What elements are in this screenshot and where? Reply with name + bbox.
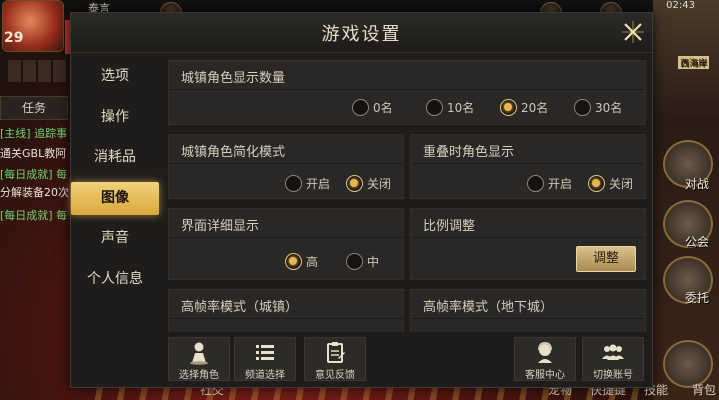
radio-button[interactable] [588,175,605,192]
radio-label: 中 [367,255,380,269]
switch-account-button[interactable]: 切换账号 [582,337,644,381]
radio-option-on[interactable]: 开启 [285,175,330,192]
select-character-button[interactable]: 选择角色 [168,337,230,381]
divider [169,163,403,164]
radio-button[interactable] [426,99,443,116]
overlap-display-card: 重叠时角色显示 开启 关闭 [410,134,646,199]
footer-label: 频道选择 [245,370,285,381]
hfr-dungeon-card: 高帧率模式（地下城） [410,289,646,332]
feedback-button[interactable]: 意见反馈 [304,337,366,381]
radio-option-high[interactable]: 高 [285,253,318,270]
radio-label: 开启 [548,177,573,191]
radio-label: 开启 [306,177,331,191]
quest-line[interactable]: 分解装备20次 [0,184,69,200]
radio-option-off[interactable]: 关闭 [346,175,391,192]
radio-option-on[interactable]: 开启 [527,175,572,192]
ui-detail-card: 界面详细显示 高 中 [168,208,404,280]
divider [169,89,645,90]
support-icon [538,341,552,363]
customer-service-button[interactable]: 客服中心 [514,337,576,381]
radio-label: 0名 [373,101,393,115]
scale-card: 比例调整 调整 [410,208,646,280]
setting-title: 高帧率模式（地下城） [423,300,554,315]
radio-button[interactable] [527,175,544,192]
quest-line[interactable]: [主线] 追踪事 [0,125,67,141]
hfr-town-card: 高帧率模式（城镇） [168,289,404,332]
radio-label: 30名 [595,101,623,115]
footer-label: 选择角色 [179,370,219,381]
setting-title: 比例调整 [423,219,476,234]
tab-profile[interactable]: 个人信息 [71,263,159,296]
users-icon [602,344,624,360]
bottom-backpack[interactable]: 背包 [692,381,716,398]
setting-title: 城镇角色显示数量 [181,71,286,86]
tab-graphics[interactable]: 图像 [71,181,159,215]
radio-label: 关闭 [367,177,392,191]
person-icon [190,342,208,365]
quest-line[interactable]: 通关GBL教阿 [0,145,66,161]
radio-option-0[interactable]: 0名 [352,99,393,116]
radio-button[interactable] [346,175,363,192]
footer-label: 客服中心 [525,370,565,381]
divider [411,237,645,238]
commission-label: 委托 [684,291,709,305]
radio-option-10[interactable]: 10名 [426,99,474,116]
footer-label: 意见反馈 [315,370,355,381]
quest-line[interactable]: [每日成就] 每 [0,166,67,182]
tab-consumables[interactable]: 消耗品 [71,141,159,174]
setting-title: 重叠时角色显示 [423,145,515,160]
settings-tabs: 选项 操作 消耗品 图像 声音 个人信息 [71,60,167,303]
setting-title: 界面详细显示 [181,219,260,234]
town-simplify-card: 城镇角色简化模式 开启 关闭 [168,134,404,199]
radio-label: 关闭 [609,177,634,191]
adjust-button[interactable]: 调整 [576,246,636,272]
footer-label: 切换账号 [593,370,633,381]
radio-button[interactable] [500,99,517,116]
setting-title: 城镇角色简化模式 [181,145,286,160]
close-button[interactable] [620,19,646,45]
radio-label: 20名 [521,101,549,115]
tab-controls[interactable]: 操作 [71,101,159,134]
radio-option-mid[interactable]: 中 [346,253,379,270]
task-tab[interactable]: 任务 [0,96,68,120]
quest-line[interactable]: [每日成就] 每 [0,207,67,223]
title-bar: 游戏设置 [71,13,652,53]
radio-label: 高 [306,255,319,269]
close-icon [622,21,644,43]
tab-options[interactable]: 选项 [71,60,159,93]
guild-label: 公会 [684,235,709,249]
player-level: 29 [4,30,24,46]
setting-title: 高帧率模式（城镇） [181,300,299,315]
tab-sound[interactable]: 声音 [71,222,159,255]
divider [411,318,645,319]
system-time: 02:43 [666,0,695,11]
channel-select-button[interactable]: 频道选择 [234,337,296,381]
town-display-card: 城镇角色显示数量 0名 10名 20名 30名 [168,60,646,125]
list-icon [256,345,274,360]
radio-option-off[interactable]: 关闭 [588,175,633,192]
divider [169,318,403,319]
settings-dialog: 游戏设置 选项 操作 消耗品 图像 声音 个人信息 城镇角色显示数量 0名 10… [70,12,653,388]
radio-option-20[interactable]: 20名 [500,99,548,116]
clipboard-icon [327,342,345,363]
radio-button[interactable] [285,253,302,270]
radio-label: 10名 [447,101,475,115]
dialog-footer: 选择角色 频道选择 意见反馈 客服中心 切换账号 [168,335,648,383]
town-sign: 西海岸 [677,56,709,69]
radio-button[interactable] [285,175,302,192]
divider [411,163,645,164]
radio-button[interactable] [574,99,591,116]
radio-button[interactable] [346,253,363,270]
dialog-title: 游戏设置 [321,24,402,45]
graphics-settings-panel: 城镇角色显示数量 0名 10名 20名 30名 城镇角色简化模式 开启 关闭 重… [168,60,646,332]
radio-option-30[interactable]: 30名 [574,99,622,116]
radio-button[interactable] [352,99,369,116]
divider [169,237,403,238]
buff-icons [8,60,68,82]
pvp-label: 对战 [684,177,709,191]
